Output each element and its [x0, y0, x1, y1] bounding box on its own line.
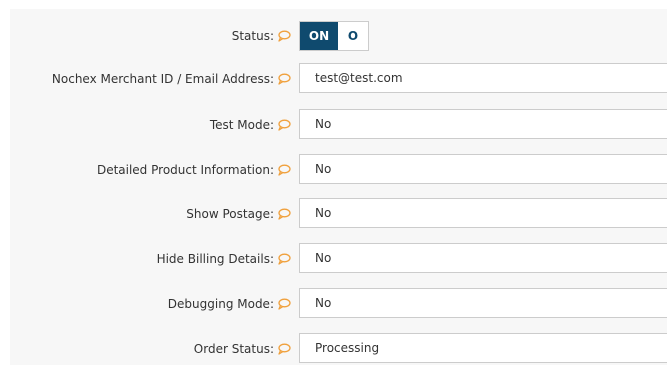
- speech-bubble-icon[interactable]: [277, 164, 291, 176]
- status-label: Status:: [231, 29, 274, 43]
- merchant-id-input[interactable]: test@test.com: [299, 63, 667, 93]
- hide-billing-label: Hide Billing Details:: [156, 252, 274, 266]
- form-row-show-postage: Show Postage: No: [10, 198, 667, 230]
- speech-bubble-icon[interactable]: [277, 343, 291, 355]
- speech-bubble-icon[interactable]: [277, 253, 291, 265]
- form-row-order-status: Order Status: Processing: [10, 333, 667, 365]
- speech-bubble-icon[interactable]: [277, 208, 291, 220]
- order-status-label: Order Status:: [193, 342, 274, 356]
- form-row-debugging-mode: Debugging Mode: No: [10, 288, 667, 320]
- form-row-merchant-id: Nochex Merchant ID / Email Address: test…: [10, 63, 667, 95]
- product-info-select[interactable]: No: [299, 154, 667, 184]
- form-row-hide-billing: Hide Billing Details: No: [10, 243, 667, 275]
- speech-bubble-icon[interactable]: [277, 298, 291, 310]
- show-postage-label: Show Postage:: [186, 207, 274, 221]
- merchant-id-label: Nochex Merchant ID / Email Address:: [51, 72, 274, 86]
- status-toggle[interactable]: ON O: [299, 21, 369, 51]
- test-mode-label: Test Mode:: [209, 118, 274, 132]
- speech-bubble-icon[interactable]: [277, 73, 291, 85]
- debugging-mode-label: Debugging Mode:: [167, 297, 274, 311]
- toggle-on-option[interactable]: ON: [300, 22, 338, 50]
- product-info-label: Detailed Product Information:: [96, 163, 274, 177]
- order-status-select[interactable]: Processing: [299, 333, 667, 363]
- hide-billing-select[interactable]: No: [299, 243, 667, 273]
- form-row-test-mode: Test Mode: No: [10, 109, 667, 141]
- debugging-mode-select[interactable]: No: [299, 288, 667, 318]
- toggle-off-option[interactable]: O: [338, 22, 368, 50]
- test-mode-select[interactable]: No: [299, 109, 667, 139]
- settings-panel: Status: ON O Nochex Merchant ID / Email …: [10, 9, 667, 365]
- form-row-product-info: Detailed Product Information: No: [10, 154, 667, 186]
- form-row-status: Status: ON O: [10, 20, 667, 52]
- show-postage-select[interactable]: No: [299, 198, 667, 228]
- speech-bubble-icon[interactable]: [277, 119, 291, 131]
- speech-bubble-icon[interactable]: [277, 30, 291, 42]
